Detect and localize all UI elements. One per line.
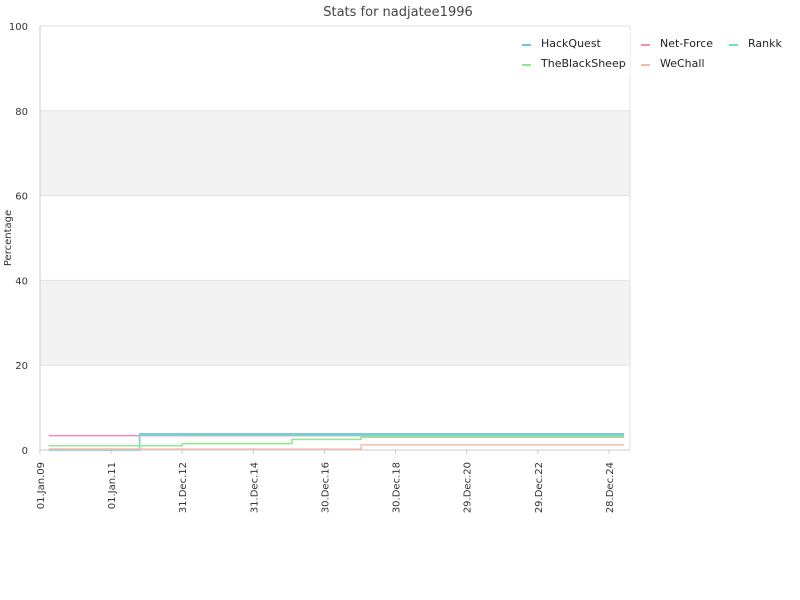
y-tick-label: 60 <box>15 192 28 203</box>
grid-band <box>40 280 630 366</box>
y-tick-label: 80 <box>15 107 28 118</box>
y-axis-label: Percentage <box>3 210 14 266</box>
legend-label: TheBlackSheep <box>540 57 626 70</box>
x-tick-label: 29.Dec.20 <box>463 462 474 513</box>
y-tick-label: 40 <box>15 276 28 287</box>
grid-bands <box>40 110 630 366</box>
x-tick-labels: 01.Jan.09 01.Jan.11 31.Dec.12 31.Dec.14 30.D… <box>36 450 616 513</box>
x-tick-label: 01.Jan.09 <box>36 462 47 509</box>
chart-title: Stats for nadjatee1996 <box>323 5 473 20</box>
x-tick-label: 30.Dec.18 <box>392 462 403 513</box>
x-tick-label: 31.Dec.14 <box>249 462 260 513</box>
y-tick-label: 100 <box>9 22 28 33</box>
legend-label: HackQuest <box>541 37 602 50</box>
x-tick-label: 29.Dec.22 <box>534 462 545 513</box>
grid-lines <box>40 25 630 451</box>
series-lines <box>48 433 625 451</box>
grid-band <box>40 110 630 196</box>
x-tick-label: 01.Jan.11 <box>107 462 118 509</box>
legend-label: Rankk <box>748 37 782 50</box>
stats-chart: Stats for nadjatee1996 Percentage 0 20 40 6… <box>3 5 782 513</box>
legend: HackQuest Net-Force Rankk TheBlackSheep WeCh… <box>510 30 782 74</box>
x-tick-label: 28.Dec.24 <box>605 462 616 513</box>
y-tick-label: 20 <box>15 361 28 372</box>
x-tick-label: 31.Dec.12 <box>178 462 189 513</box>
x-tick-label: 30.Dec.16 <box>320 462 331 513</box>
legend-label: Net-Force <box>660 37 713 50</box>
legend-label: WeChall <box>660 57 705 70</box>
y-tick-label: 0 <box>22 446 28 457</box>
axes <box>39 26 631 451</box>
